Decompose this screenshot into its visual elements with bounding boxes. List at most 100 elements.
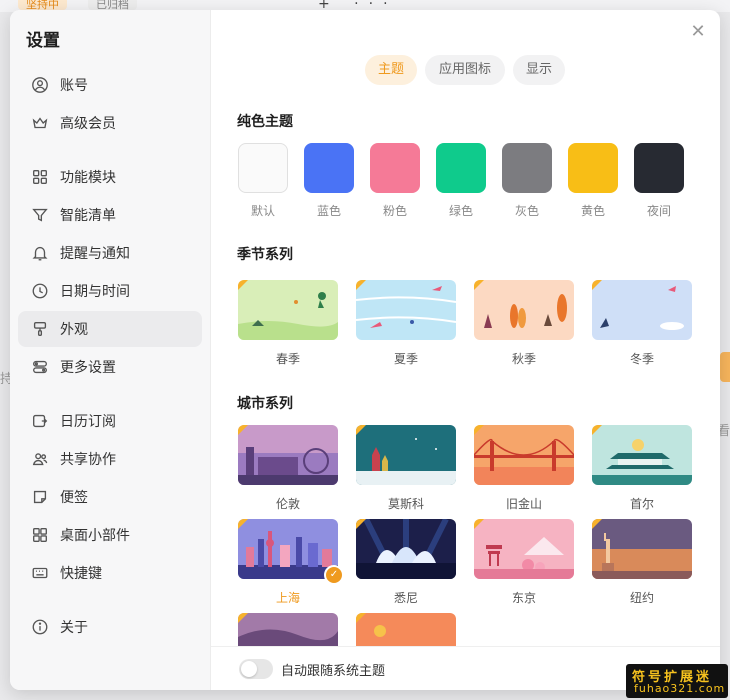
sidebar-item-appearance[interactable]: 外观: [18, 311, 202, 347]
toggles-icon: [30, 357, 50, 377]
sidebar-item-label: 共享协作: [60, 452, 116, 468]
swatch-label: 黄色: [580, 204, 605, 218]
swatch-label: 绿色: [448, 204, 473, 218]
watermark-url: fuhao321.com: [634, 682, 726, 695]
swatch-label: 夜间: [646, 204, 671, 218]
sidebar-item-label: 功能模块: [60, 170, 116, 186]
theme-card-partial[interactable]: [238, 613, 338, 646]
sidebar-item-notes[interactable]: 便签: [18, 479, 202, 515]
sidebar-item-collaboration[interactable]: 共享协作: [18, 441, 202, 477]
sidebar-item-label: 外观: [60, 322, 88, 338]
auto-theme-label: 自动跟随系统主题: [281, 664, 386, 679]
settings-sidebar: 设置 账号 高级会员 功能模块 智能清单 提醒与通知 日期与时间 外观 更多设置…: [10, 10, 211, 690]
theme-card-sydney[interactable]: [356, 519, 456, 579]
widget-icon: [30, 525, 50, 545]
sidebar-item-modules[interactable]: 功能模块: [18, 159, 202, 195]
sidebar-item-label: 日期与时间: [60, 284, 130, 300]
sidebar-item-about[interactable]: 关于: [18, 609, 202, 645]
swatch-green[interactable]: [436, 143, 486, 193]
theme-label: 东京: [511, 591, 536, 605]
theme-card-london[interactable]: [238, 425, 338, 485]
section-title-solid: 纯色主题: [237, 114, 293, 130]
theme-card-seoul[interactable]: [592, 425, 692, 485]
swatch-label: 粉色: [382, 204, 407, 218]
theme-card-winter[interactable]: [592, 280, 692, 340]
sidebar-item-widgets[interactable]: 桌面小部件: [18, 517, 202, 553]
theme-label: 夏季: [393, 352, 418, 366]
theme-label: 旧金山: [505, 497, 542, 511]
sidebar-item-label: 便签: [60, 490, 88, 506]
sidebar-item-account[interactable]: 账号: [18, 67, 202, 103]
sidebar-item-reminders[interactable]: 提醒与通知: [18, 235, 202, 271]
theme-label: 首尔: [629, 497, 654, 511]
theme-label: 春季: [275, 352, 300, 366]
theme-label-selected: 上海: [275, 591, 300, 605]
swatch-label: 灰色: [514, 204, 539, 218]
theme-card-spring[interactable]: [238, 280, 338, 340]
theme-card-shanghai[interactable]: [238, 519, 338, 579]
sidebar-item-label: 账号: [60, 78, 88, 94]
tab-theme[interactable]: 主题: [365, 55, 417, 85]
calendar-link-icon: [30, 411, 50, 431]
theme-card-moscow[interactable]: [356, 425, 456, 485]
bell-icon: [30, 243, 50, 263]
settings-dialog: 设置 账号 高级会员 功能模块 智能清单 提醒与通知 日期与时间 外观 更多设置…: [10, 10, 720, 690]
swatch-night[interactable]: [634, 143, 684, 193]
sidebar-item-premium[interactable]: 高级会员: [18, 105, 202, 141]
selected-check-icon: ✓: [324, 565, 344, 585]
swatch-default[interactable]: [238, 143, 288, 193]
theme-label: 伦敦: [275, 497, 300, 511]
keyboard-icon: [30, 563, 50, 583]
theme-card-summer[interactable]: [356, 280, 456, 340]
sidebar-item-label: 桌面小部件: [60, 528, 130, 544]
sidebar-item-date-time[interactable]: 日期与时间: [18, 273, 202, 309]
crown-icon: [30, 113, 50, 133]
info-icon: [30, 617, 50, 637]
sidebar-item-smart-lists[interactable]: 智能清单: [18, 197, 202, 233]
section-title-season: 季节系列: [237, 247, 293, 263]
bg-tab-archived: 已归档: [88, 0, 137, 10]
appearance-panel: ✕ 主题 应用图标 显示 纯色主题 默认 蓝色 粉色 绿色 灰色 黄色 夜间 季…: [211, 10, 720, 690]
sidebar-item-shortcuts[interactable]: 快捷键: [18, 555, 202, 591]
sidebar-item-label: 智能清单: [60, 208, 116, 224]
swatch-yellow[interactable]: [568, 143, 618, 193]
tab-app-icon[interactable]: 应用图标: [425, 55, 505, 85]
theme-label: 纽约: [629, 591, 654, 605]
sidebar-item-label: 高级会员: [60, 116, 116, 132]
swatch-label: 默认: [250, 204, 275, 218]
theme-label: 冬季: [629, 352, 654, 366]
sidebar-title: 设置: [26, 31, 60, 51]
theme-card-san-francisco[interactable]: [474, 425, 574, 485]
theme-card-new-york[interactable]: [592, 519, 692, 579]
close-icon: ✕: [690, 21, 706, 42]
users-icon: [30, 449, 50, 469]
theme-label: 悉尼: [393, 591, 418, 605]
close-button[interactable]: ✕: [688, 22, 708, 42]
theme-card-autumn[interactable]: [474, 280, 574, 340]
note-icon: [30, 487, 50, 507]
theme-label: 秋季: [511, 352, 536, 366]
sidebar-item-more-settings[interactable]: 更多设置: [18, 349, 202, 385]
filter-icon: [30, 205, 50, 225]
swatch-pink[interactable]: [370, 143, 420, 193]
theme-card-partial[interactable]: [356, 613, 456, 646]
swatch-blue[interactable]: [304, 143, 354, 193]
section-title-city: 城市系列: [237, 396, 293, 412]
swatch-label: 蓝色: [316, 204, 341, 218]
grid-icon: [30, 167, 50, 187]
theme-card-tokyo[interactable]: [474, 519, 574, 579]
auto-theme-toggle[interactable]: [239, 659, 273, 679]
theme-label: 莫斯科: [387, 497, 424, 511]
sidebar-item-label: 关于: [60, 620, 88, 636]
toggle-knob: [241, 661, 257, 677]
user-icon: [30, 75, 50, 95]
sidebar-item-label: 日历订阅: [60, 414, 116, 430]
clock-icon: [30, 281, 50, 301]
sidebar-item-calendar-subscription[interactable]: 日历订阅: [18, 403, 202, 439]
swatch-gray[interactable]: [502, 143, 552, 193]
brush-icon: [30, 319, 50, 339]
sidebar-item-label: 快捷键: [60, 566, 102, 582]
tab-display[interactable]: 显示: [513, 55, 565, 85]
watermark-logo: 符号扩展迷 fuhao321.com: [626, 664, 728, 698]
bg-right-badge: [720, 352, 730, 382]
